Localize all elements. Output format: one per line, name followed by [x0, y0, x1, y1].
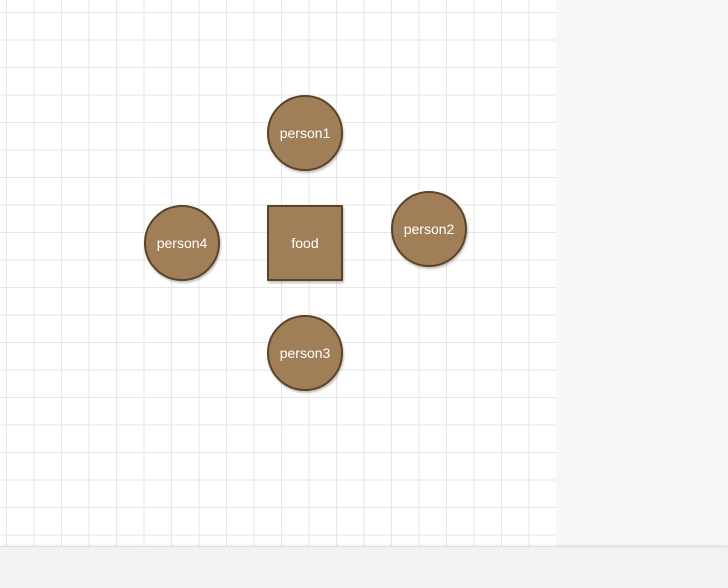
bottom-bar: [0, 546, 728, 588]
node-person3[interactable]: person3: [267, 315, 343, 391]
side-panel: [556, 0, 728, 546]
diagram-editor: person1 person2 food person3 person4: [0, 0, 728, 588]
node-label: person1: [279, 125, 331, 141]
node-label: person2: [403, 221, 455, 237]
diagram-canvas[interactable]: person1 person2 food person3 person4: [0, 0, 556, 546]
node-person2[interactable]: person2: [391, 191, 467, 267]
node-label: person4: [156, 235, 208, 251]
node-label: food: [291, 235, 319, 251]
node-person4[interactable]: person4: [144, 205, 220, 281]
node-label: person3: [279, 345, 331, 361]
node-person1[interactable]: person1: [267, 95, 343, 171]
node-food[interactable]: food: [267, 205, 343, 281]
